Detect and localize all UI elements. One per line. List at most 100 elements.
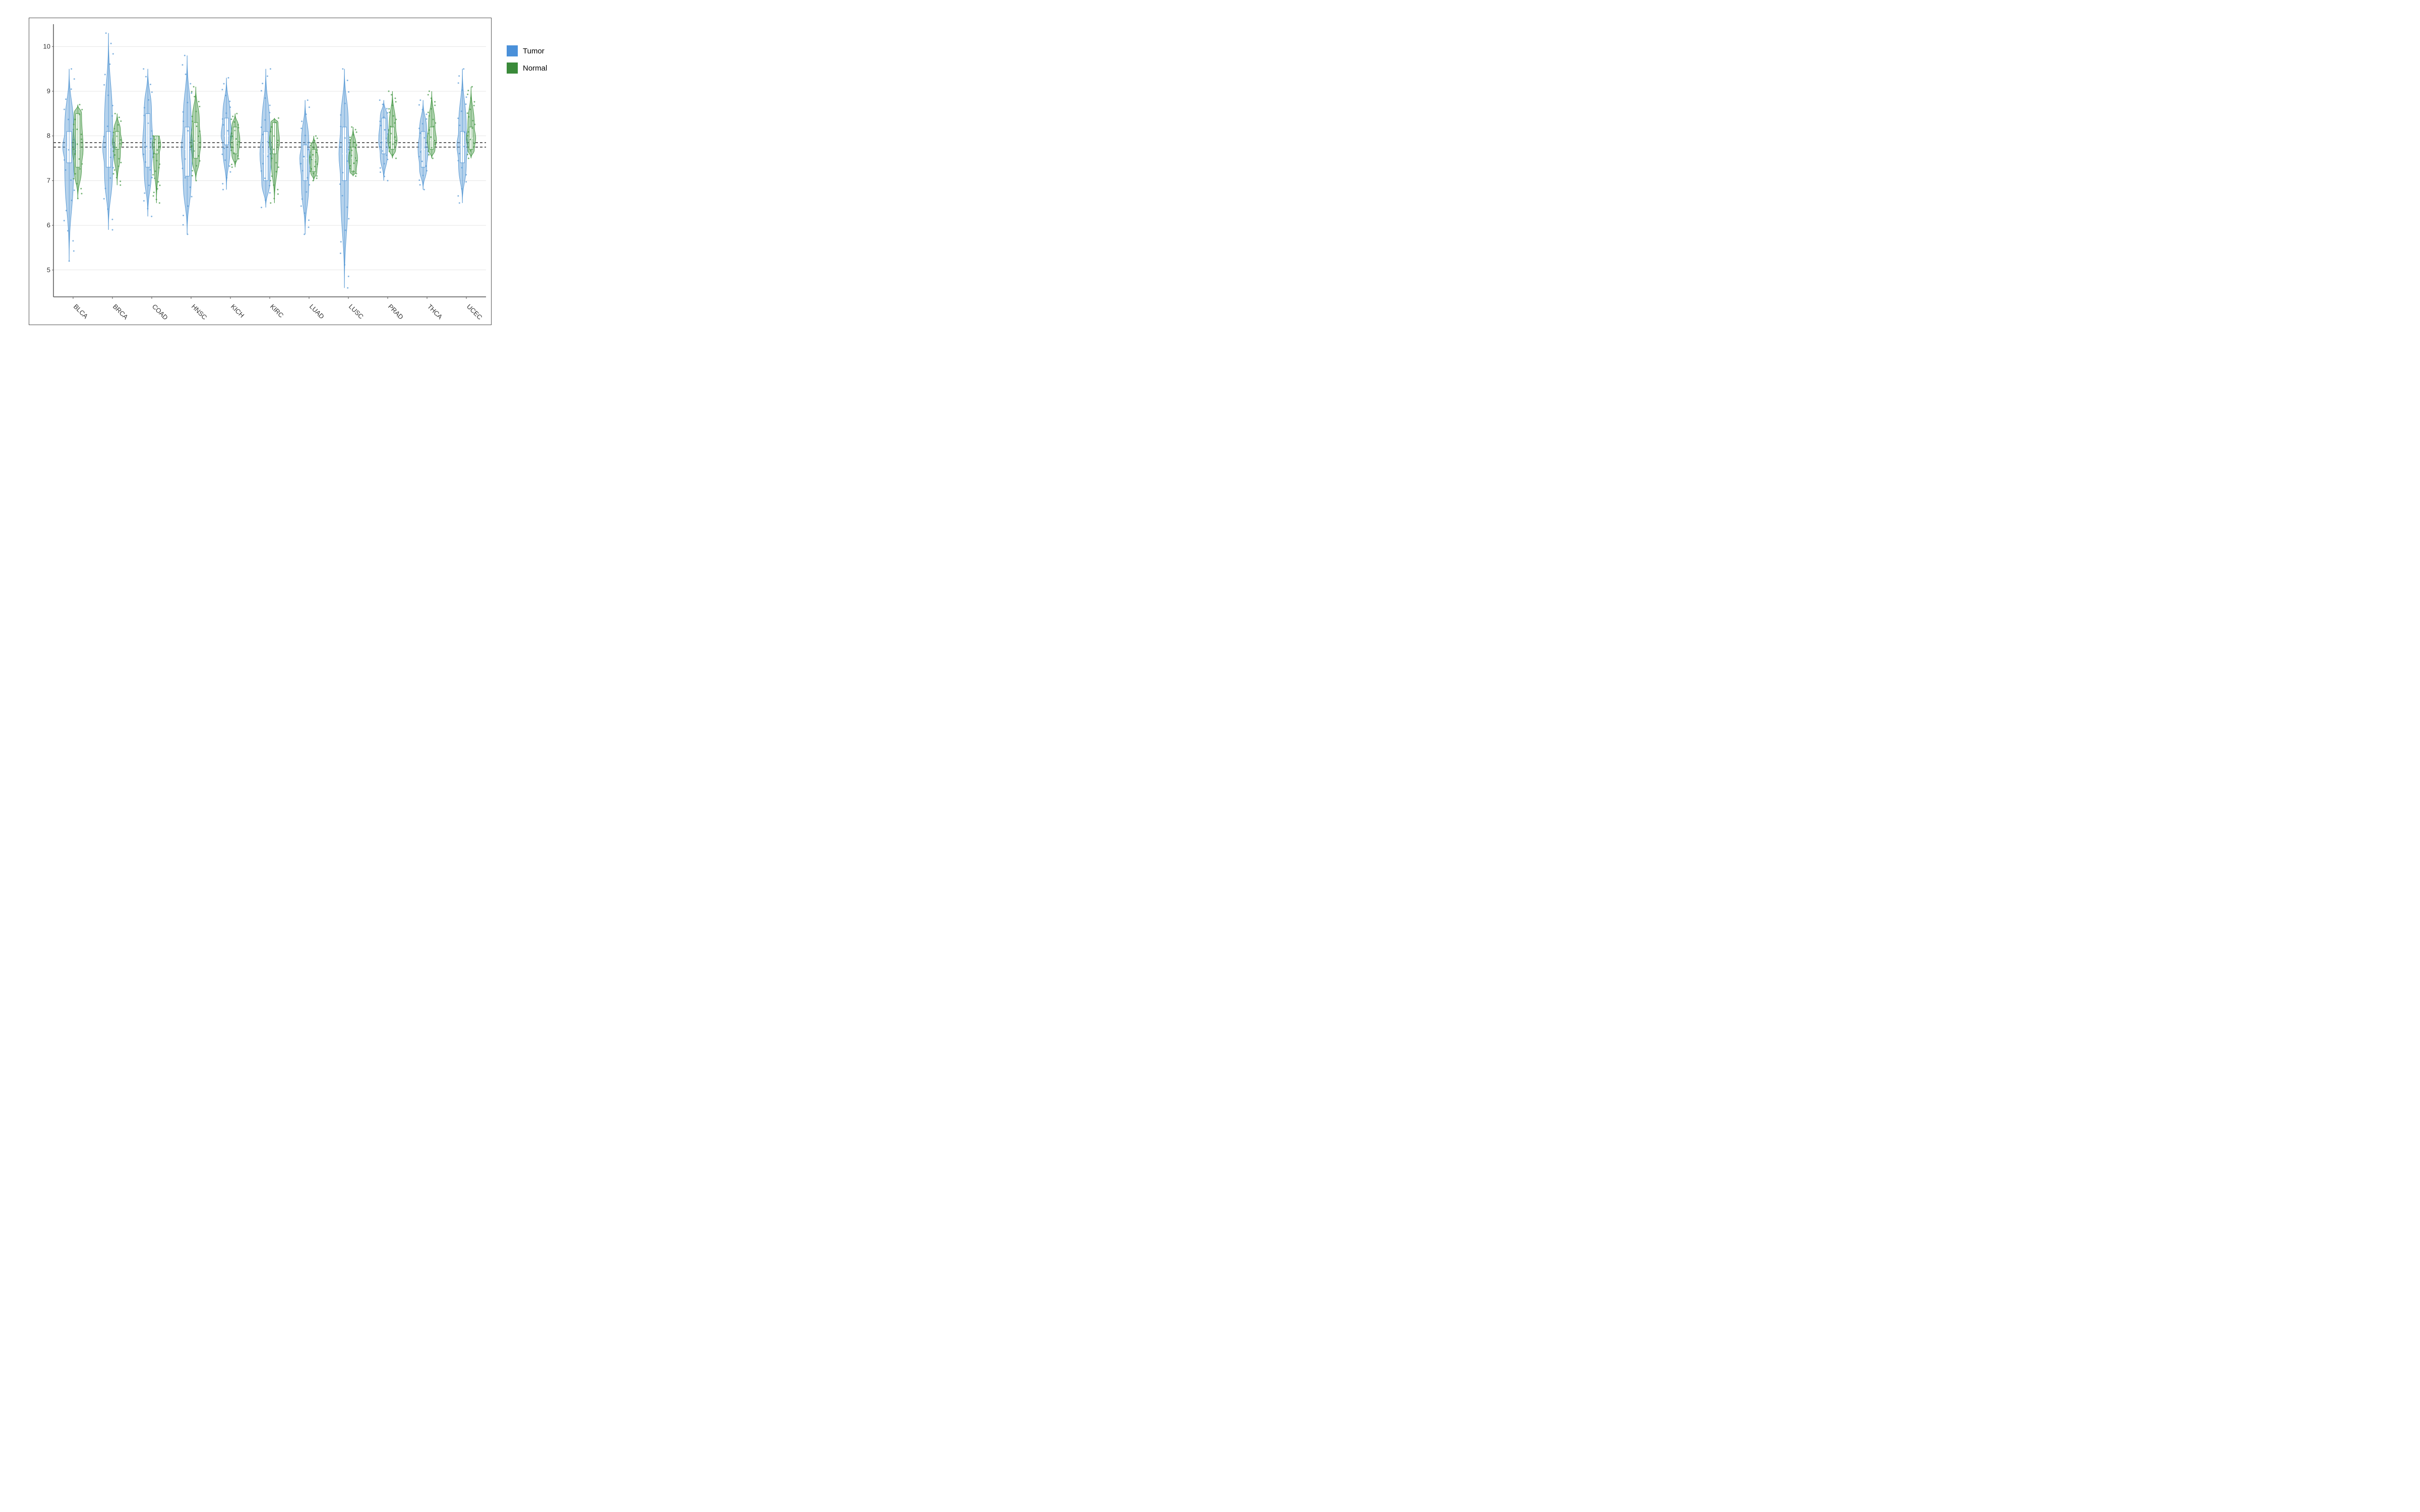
violin-dot (300, 128, 302, 129)
violin-dot (223, 148, 225, 149)
violin-dot (421, 161, 423, 162)
violin-dot (146, 146, 147, 147)
violin-dot (143, 68, 144, 70)
violin-dot (340, 126, 341, 128)
violin-dot (262, 83, 263, 84)
violin-dot (225, 95, 226, 96)
legend-item: Normal (507, 62, 582, 74)
violin-dot (270, 202, 271, 204)
violin-dot (226, 177, 227, 178)
violin-dot (465, 181, 467, 182)
violin-dot (222, 124, 224, 125)
violin-dot (309, 106, 310, 108)
violin-dot (114, 169, 115, 171)
violin-dot (392, 105, 393, 106)
violin-dot (144, 107, 145, 108)
violin-dot (346, 207, 348, 208)
violin-dot (304, 212, 306, 214)
violin-dot (344, 103, 346, 104)
legend-label: Tumor (523, 47, 544, 55)
violin-dot (144, 193, 145, 194)
violin-dot (232, 147, 234, 148)
violin-dot (302, 170, 304, 171)
violin-dot (114, 113, 116, 114)
x-tick-label: PRAD (387, 303, 405, 321)
violin-dot (234, 130, 236, 131)
violin-dot (470, 150, 471, 152)
violin-dot (308, 142, 310, 143)
x-tick-label: BRCA (111, 303, 130, 321)
violin-dot (81, 134, 82, 135)
violin-dot (349, 137, 351, 138)
violin-dot (354, 157, 356, 159)
violin-dot (76, 183, 78, 184)
violin-dot (154, 139, 156, 140)
violin-dot (340, 253, 341, 254)
violin-dot (382, 150, 383, 152)
violin-dot (158, 142, 159, 144)
violin-dot (221, 154, 223, 155)
violin-dot (339, 183, 341, 185)
violin-dot (269, 192, 271, 194)
violin-dot (105, 187, 106, 189)
violin-dot (228, 142, 229, 143)
violin-dot (389, 151, 390, 152)
violin-dot (145, 161, 146, 163)
legend-color-box (507, 62, 518, 74)
violin-dot (143, 200, 145, 202)
violin-dot (143, 115, 145, 116)
violin-dot (64, 159, 65, 161)
violin-dot (265, 97, 266, 99)
violin-dot (356, 144, 357, 146)
violin-dot (275, 122, 277, 123)
violin-dot (232, 115, 233, 117)
violin-dot (467, 135, 468, 137)
violin-dot (388, 108, 390, 110)
violin-dot (300, 163, 301, 164)
violin-dot (222, 189, 224, 191)
violin-dot (118, 165, 119, 167)
violin-dot (465, 174, 467, 175)
violin-dot (112, 105, 113, 106)
violin-dot (145, 76, 147, 78)
violin-dot (342, 195, 343, 197)
violin-dot (73, 178, 75, 179)
legend: Tumor Normal (492, 15, 592, 328)
violin-dot (471, 86, 473, 88)
violin-dot (222, 183, 223, 184)
violin-dot (464, 132, 465, 133)
violin-dot (314, 166, 316, 167)
violin-dot (461, 167, 463, 168)
violin-dot (159, 146, 160, 147)
violin-dot (351, 150, 352, 151)
violin-dot (153, 195, 154, 197)
violin-dot (379, 99, 381, 101)
violin-dot (109, 64, 110, 65)
violin-dot (457, 195, 459, 197)
violin-dot (156, 160, 157, 161)
violin-dot (269, 185, 270, 186)
violin-dot (81, 139, 82, 140)
violin-dot (311, 159, 313, 160)
violin-dot (422, 175, 424, 176)
violin-dot (236, 113, 237, 114)
violin-dot (151, 177, 153, 178)
violin-dot (348, 218, 349, 220)
violin-dot (158, 167, 160, 168)
violin-dot (395, 158, 397, 159)
violin-dot (194, 96, 195, 97)
violin-dot (224, 159, 226, 161)
violin-dot (348, 91, 349, 93)
violin-dot (473, 105, 475, 106)
violin-dot (468, 131, 469, 133)
violin-dot (117, 124, 119, 125)
violin-dot (310, 145, 312, 146)
violin-dot (199, 160, 201, 162)
violin-dot (379, 120, 381, 122)
violin-dot (187, 205, 189, 207)
violin-dot (355, 175, 356, 177)
violin-dot (120, 120, 122, 122)
violin-dot (235, 138, 237, 140)
violin-dot (301, 120, 302, 122)
violin-dot (273, 198, 275, 199)
